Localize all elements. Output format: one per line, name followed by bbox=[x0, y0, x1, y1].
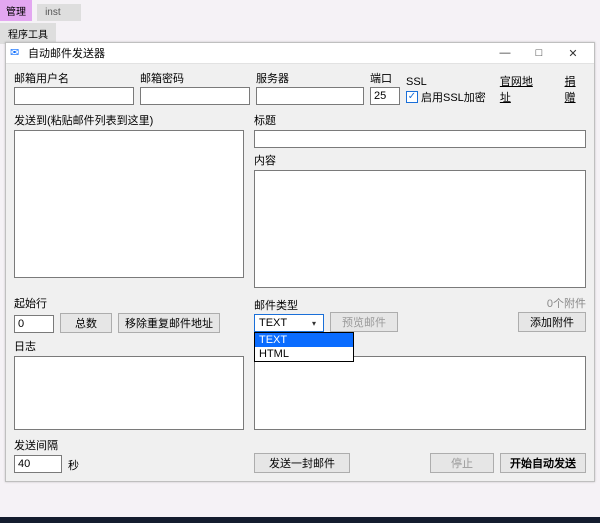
check-icon: ✓ bbox=[406, 91, 418, 103]
startline-input[interactable] bbox=[14, 315, 54, 333]
ssl-checkbox[interactable]: ✓ 启用SSL加密 bbox=[406, 89, 494, 105]
log-label: 日志 bbox=[14, 338, 244, 354]
interval-label: 发送间隔 bbox=[14, 437, 244, 453]
mailtype-selected: TEXT bbox=[259, 317, 287, 329]
chevron-down-icon: ▾ bbox=[307, 316, 321, 330]
titlebar: ✉ 自动邮件发送器 — □ ✕ bbox=[6, 43, 594, 64]
start-auto-button[interactable]: 开始自动发送 bbox=[500, 453, 586, 473]
maximize-button[interactable]: □ bbox=[522, 43, 556, 63]
dedupe-button[interactable]: 移除重复邮件地址 bbox=[118, 313, 220, 333]
interval-input[interactable] bbox=[14, 455, 62, 473]
subject-input[interactable] bbox=[254, 130, 586, 148]
sendto-textarea[interactable] bbox=[14, 130, 244, 278]
preview-button[interactable]: 预览邮件 bbox=[330, 312, 398, 332]
mailtype-label: 邮件类型 bbox=[254, 297, 324, 313]
add-attach-button[interactable]: 添加附件 bbox=[518, 312, 586, 332]
total-button[interactable]: 总数 bbox=[60, 313, 112, 333]
mail-icon: ✉ bbox=[10, 46, 24, 60]
window-title: 自动邮件发送器 bbox=[28, 45, 105, 61]
startline-label: 起始行 bbox=[14, 295, 244, 311]
body-textarea[interactable] bbox=[254, 170, 586, 288]
port-label: 端口 bbox=[370, 70, 400, 86]
username-input[interactable] bbox=[14, 87, 134, 105]
server-label: 服务器 bbox=[256, 70, 364, 86]
official-link[interactable]: 官网地址 bbox=[500, 73, 543, 105]
interval-unit: 秒 bbox=[68, 457, 79, 473]
bg-tab-inst[interactable]: inst bbox=[37, 4, 81, 21]
body-label: 内容 bbox=[254, 152, 586, 168]
mailtype-select[interactable]: TEXT ▾ TEXT HTML bbox=[254, 314, 324, 332]
username-label: 邮箱用户名 bbox=[14, 70, 134, 86]
port-input[interactable] bbox=[370, 87, 400, 105]
mailtype-option-text[interactable]: TEXT bbox=[255, 333, 353, 347]
bg-tab-tools[interactable]: 程序工具 bbox=[0, 23, 56, 44]
server-input[interactable] bbox=[256, 87, 364, 105]
taskbar-strip bbox=[0, 517, 600, 523]
ssl-label: SSL bbox=[406, 76, 494, 88]
mailtype-option-html[interactable]: HTML bbox=[255, 347, 353, 361]
credentials-row: 邮箱用户名 邮箱密码 服务器 端口 SSL ✓ 启用SSL加密 bbox=[14, 70, 586, 105]
subject-label: 标题 bbox=[254, 112, 586, 128]
close-button[interactable]: ✕ bbox=[556, 43, 590, 63]
minimize-button[interactable]: — bbox=[488, 43, 522, 63]
donate-link[interactable]: 捐赠 bbox=[565, 73, 586, 105]
attach-count: 0个附件 bbox=[547, 295, 586, 311]
ssl-checkbox-label: 启用SSL加密 bbox=[421, 89, 486, 105]
sendto-label: 发送到(粘贴邮件列表到这里) bbox=[14, 112, 244, 128]
send-one-button[interactable]: 发送一封邮件 bbox=[254, 453, 350, 473]
stop-button[interactable]: 停止 bbox=[430, 453, 494, 473]
bg-tab-purple[interactable]: 管理 bbox=[0, 0, 32, 21]
mailtype-dropdown: TEXT HTML bbox=[254, 332, 354, 362]
password-input[interactable] bbox=[140, 87, 250, 105]
log-textarea[interactable] bbox=[14, 356, 244, 430]
app-window: ✉ 自动邮件发送器 — □ ✕ 邮箱用户名 邮箱密码 服务器 端口 bbox=[5, 42, 595, 482]
failed-textarea[interactable] bbox=[254, 356, 586, 430]
password-label: 邮箱密码 bbox=[140, 70, 250, 86]
